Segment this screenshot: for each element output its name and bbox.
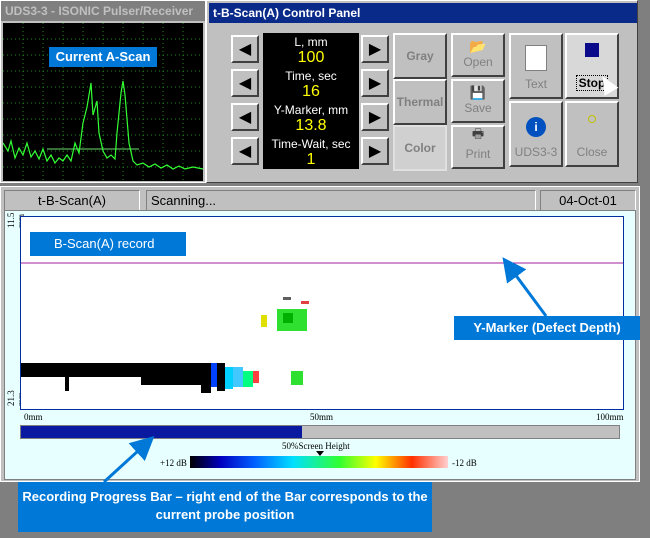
callout-arrows xyxy=(102,257,548,484)
ymarker-arrow xyxy=(502,257,548,317)
progress-arrow xyxy=(102,435,155,484)
